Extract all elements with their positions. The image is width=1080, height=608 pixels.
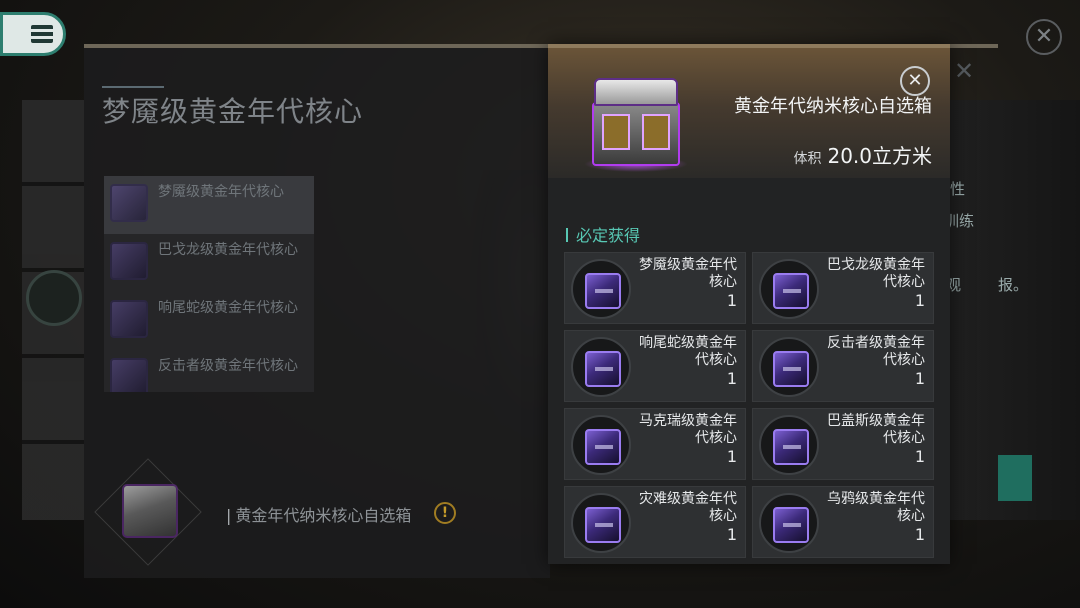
reward-card[interactable]: 马克瑞级黄金年代核心 1 [564, 408, 746, 480]
reward-quantity: 1 [726, 447, 737, 466]
crate-front [592, 102, 680, 166]
background-tag: 性 [950, 180, 966, 198]
menu-icon [31, 25, 53, 43]
section-marker [566, 228, 568, 242]
crate-icon [584, 78, 688, 174]
volume-value: 20.0立方米 [827, 144, 932, 168]
section-title-text: 必定获得 [576, 226, 641, 245]
reward-grid: 梦魇级黄金年代核心 1 巴戈龙级黄金年代核心 1 响尾蛇级黄金年代核心 1 反击… [564, 252, 934, 558]
reward-name: 梦魇级黄金年代核心 [639, 257, 737, 290]
list-item[interactable]: 反击者级黄金年代核心 [104, 350, 314, 392]
core-module-icon [585, 273, 621, 309]
reward-card[interactable]: 灾难级黄金年代核心 1 [564, 486, 746, 558]
core-module-icon [585, 507, 621, 543]
reward-icon-frame [759, 415, 819, 475]
list-item[interactable]: 响尾蛇级黄金年代核心 [104, 292, 314, 350]
reward-card[interactable]: 乌鸦级黄金年代核心 1 [752, 486, 934, 558]
reward-icon-frame [759, 259, 819, 319]
core-module-icon [585, 429, 621, 465]
core-module-icon [773, 429, 809, 465]
reward-name: 乌鸦级黄金年代核心 [827, 491, 925, 524]
title-underline [102, 86, 164, 88]
background-right-panel: 性 训练 观 报。 [944, 100, 1080, 520]
reward-icon-frame [571, 493, 631, 553]
reward-name: 马克瑞级黄金年代核心 [639, 413, 737, 446]
bottom-item-label: | 黄金年代纳米核心自选箱 [226, 502, 411, 526]
crate-lid [594, 78, 678, 106]
reward-card[interactable]: 响尾蛇级黄金年代核心 1 [564, 330, 746, 402]
reward-icon-frame [759, 493, 819, 553]
reward-name: 灾难级黄金年代核心 [639, 491, 737, 524]
warning-icon[interactable]: ! [434, 502, 456, 524]
item-detail-popup: ✕ 黄金年代纳米核心自选箱 体积 20.0立方米 必定获得 梦魇级黄金年代核心 1… [548, 44, 950, 564]
reward-name: 反击者级黄金年代核心 [827, 335, 925, 368]
close-icon[interactable]: ✕ [1026, 19, 1062, 55]
reward-icon-frame [571, 337, 631, 397]
item-volume: 体积 20.0立方米 [793, 140, 932, 169]
core-list: 梦魇级黄金年代核心 巴戈龙级黄金年代核心 响尾蛇级黄金年代核心 反击者级黄金年代… [104, 176, 314, 392]
reward-quantity: 1 [726, 369, 737, 388]
reward-quantity: 1 [726, 525, 737, 544]
background-emblem [26, 270, 82, 326]
list-item-label: 巴戈龙级黄金年代核心 [158, 242, 298, 258]
popup-header: ✕ 黄金年代纳米核心自选箱 体积 20.0立方米 [548, 48, 950, 178]
reward-icon-frame [571, 415, 631, 475]
core-module-icon [110, 184, 148, 222]
close-icon[interactable]: ✕ [948, 56, 980, 88]
panel-title: 梦魇级黄金年代核心 [102, 95, 364, 128]
section-title: 必定获得 [566, 222, 640, 246]
bottom-crate-slot[interactable] [94, 458, 202, 566]
reward-quantity: 1 [914, 447, 925, 466]
reward-icon-frame [759, 337, 819, 397]
reward-card[interactable]: 反击者级黄金年代核心 1 [752, 330, 934, 402]
reward-quantity: 1 [914, 525, 925, 544]
crate-icon [122, 484, 178, 538]
reward-card[interactable]: 巴戈龙级黄金年代核心 1 [752, 252, 934, 324]
item-name: 黄金年代纳米核心自选箱 [734, 96, 932, 117]
label-marker: | [226, 506, 232, 525]
background-left-panels [22, 100, 84, 520]
reward-card[interactable]: 梦魇级黄金年代核心 1 [564, 252, 746, 324]
list-item-label: 梦魇级黄金年代核心 [158, 184, 284, 200]
list-item[interactable]: 巴戈龙级黄金年代核心 [104, 234, 314, 292]
list-item-label: 响尾蛇级黄金年代核心 [158, 300, 298, 316]
core-module-icon [773, 507, 809, 543]
core-module-icon [773, 351, 809, 387]
core-module-icon [110, 242, 148, 280]
reward-quantity: 1 [914, 291, 925, 310]
menu-button[interactable] [0, 12, 66, 56]
reward-quantity: 1 [726, 291, 737, 310]
core-module-icon [585, 351, 621, 387]
list-item[interactable]: 梦魇级黄金年代核心 [104, 176, 314, 234]
reward-name: 巴戈龙级黄金年代核心 [827, 257, 925, 290]
core-module-icon [110, 300, 148, 338]
reward-quantity: 1 [914, 369, 925, 388]
list-item-label: 反击者级黄金年代核心 [158, 358, 298, 374]
volume-label: 体积 [793, 151, 822, 167]
reward-card[interactable]: 巴盖斯级黄金年代核心 1 [752, 408, 934, 480]
background-accent-button [998, 455, 1032, 501]
crate-panel [642, 114, 670, 150]
reward-icon-frame [571, 259, 631, 319]
reward-name: 响尾蛇级黄金年代核心 [639, 335, 737, 368]
crate-panel [602, 114, 630, 150]
reward-name: 巴盖斯级黄金年代核心 [827, 413, 925, 446]
background-tag: 报。 [998, 276, 1029, 294]
bottom-item-name: 黄金年代纳米核心自选箱 [235, 506, 412, 525]
close-icon[interactable]: ✕ [900, 66, 930, 96]
core-module-icon [110, 358, 148, 392]
core-module-icon [773, 273, 809, 309]
